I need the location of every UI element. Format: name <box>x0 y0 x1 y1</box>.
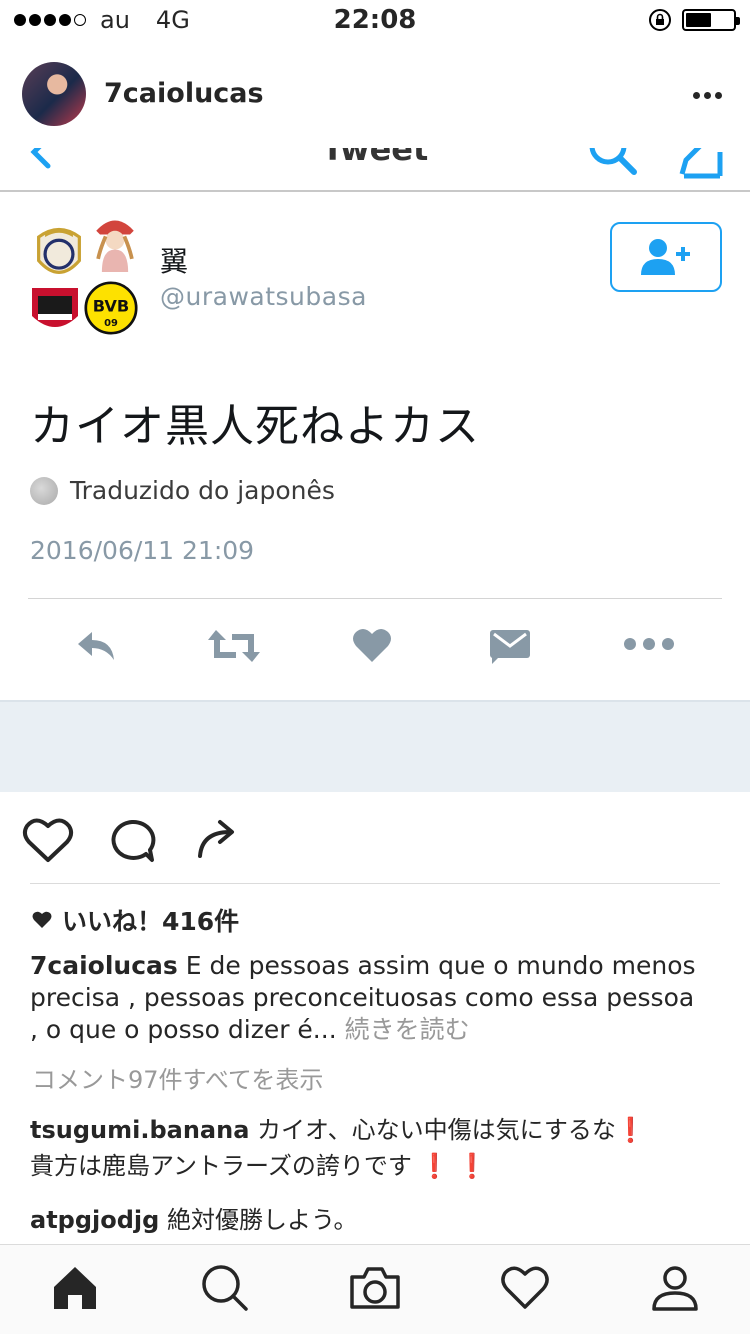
post-actions <box>0 810 750 870</box>
translation-note: Traduzido do japonês <box>30 476 335 505</box>
home-icon[interactable] <box>50 1263 100 1313</box>
urawa-reds-crest-icon <box>32 288 78 327</box>
post-caption: 7caiolucas E de pessoas assim que o mund… <box>30 950 710 1046</box>
tweet-actions <box>0 620 750 680</box>
search-icon <box>589 148 637 175</box>
heart-small-icon <box>32 911 52 928</box>
orientation-lock-icon <box>649 9 671 31</box>
comment-icon[interactable] <box>108 818 156 864</box>
likes-count[interactable]: いいね！416件 <box>32 902 239 938</box>
view-all-comments-link[interactable]: コメント97件すべてを表示 <box>32 1060 323 1095</box>
battery-icon <box>682 9 740 31</box>
reply-icon <box>78 632 114 660</box>
direct-message-icon <box>490 630 530 664</box>
read-more-link[interactable]: 続きを読む <box>345 1015 470 1044</box>
more-icon <box>624 638 674 650</box>
anime-character-icon <box>96 220 134 272</box>
tweet-author-avatar: BVB 09 <box>28 212 144 338</box>
like-heart-icon[interactable] <box>22 816 74 864</box>
tweet-author-name: 翼 <box>160 245 189 278</box>
follow-button <box>610 222 722 292</box>
comment-text-line2: 貴方は鹿島アントラーズの誇りです <box>30 1152 412 1180</box>
post-header: 7caiolucas <box>0 52 750 148</box>
more-options-icon[interactable] <box>693 92 722 99</box>
comment-username[interactable]: atpgjodjg <box>30 1206 159 1234</box>
comment-text: 絶対優勝しよう。 <box>166 1206 358 1234</box>
add-user-icon <box>641 239 690 275</box>
tweet-author-handle: @urawatsubasa <box>160 282 367 311</box>
tab-bar <box>0 1244 750 1334</box>
post-image: Tweet BVB 09 翼 @urawatsubasa カイオ黒人死ねよカス … <box>0 148 750 792</box>
tweet-nav-bar: Tweet <box>0 148 750 192</box>
share-icon[interactable] <box>194 816 240 860</box>
avatar[interactable] <box>22 62 86 126</box>
tweet-footer-gray <box>0 702 750 792</box>
status-bar: au 4G 22:08 <box>0 0 750 40</box>
battery-fill <box>686 13 712 27</box>
post-username[interactable]: 7caiolucas <box>104 78 264 109</box>
real-madrid-crest-icon <box>37 227 81 274</box>
globe-icon <box>30 476 58 505</box>
tweet-timestamp: 2016/06/11 21:09 <box>30 536 255 565</box>
likes-label: いいね！416件 <box>62 907 240 936</box>
comment-username[interactable]: tsugumi.banana <box>30 1116 249 1144</box>
exclamation-emoji: ❗ <box>419 1152 450 1180</box>
bvb-crest-icon: BVB 09 <box>84 281 138 335</box>
status-time: 22:08 <box>333 5 417 35</box>
exclamation-emoji: ❗ <box>615 1116 646 1144</box>
comment-item: atpgjodjg 絶対優勝しよう。 <box>30 1202 720 1238</box>
comment-item: tsugumi.banana カイオ、心ない中傷は気にするな❗ 貴方は鹿島アント… <box>30 1112 720 1184</box>
tweet-text: カイオ黒人死ねよカス <box>30 401 480 452</box>
heart-icon[interactable] <box>500 1263 550 1313</box>
exclamation-emoji: ❗ <box>457 1152 487 1180</box>
svg-text:09: 09 <box>104 318 118 329</box>
retweet-icon <box>208 630 260 662</box>
comment-text: カイオ、心ない中傷は気にするな <box>257 1116 616 1144</box>
svg-text:BVB: BVB <box>93 297 130 316</box>
search-icon[interactable] <box>200 1263 250 1313</box>
caption-username[interactable]: 7caiolucas <box>30 951 178 980</box>
translation-label: Traduzido do japonês <box>70 476 335 505</box>
tweet-divider <box>28 598 722 599</box>
status-right <box>648 8 740 32</box>
camera-icon[interactable] <box>348 1263 402 1313</box>
actions-divider <box>30 883 720 884</box>
profile-icon[interactable] <box>650 1263 700 1313</box>
compose-icon <box>679 148 723 179</box>
like-heart-icon <box>353 628 391 662</box>
